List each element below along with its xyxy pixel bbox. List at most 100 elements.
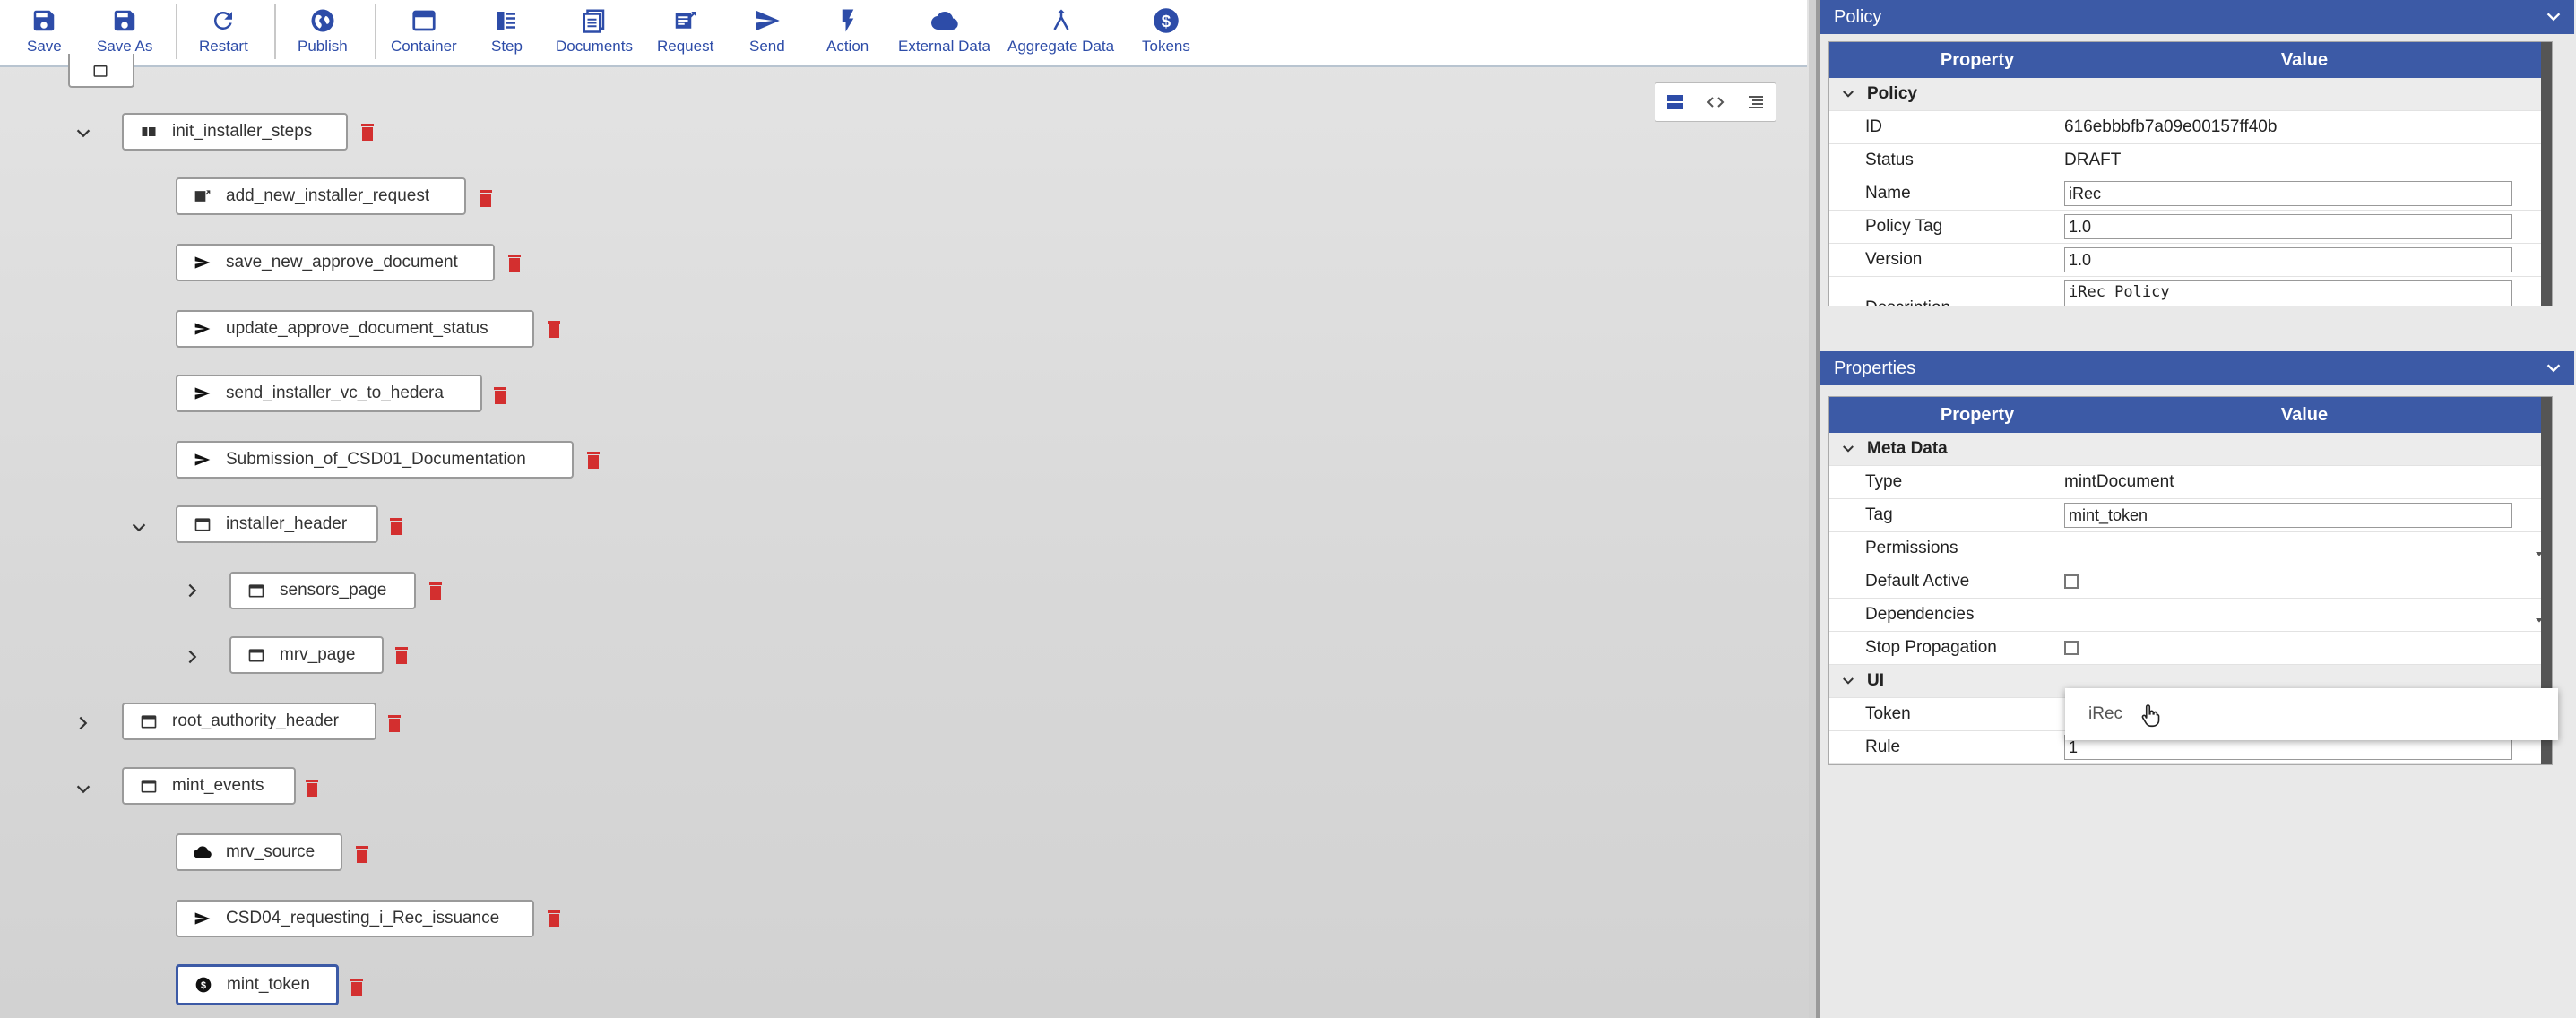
trash-icon[interactable] xyxy=(547,909,561,928)
name-field[interactable]: iRec xyxy=(2064,181,2512,206)
tree-node[interactable]: mrv_source xyxy=(176,833,342,871)
chevron-down-icon[interactable] xyxy=(2544,358,2563,378)
chevron-down-icon[interactable] xyxy=(73,124,93,143)
code-view-button[interactable] xyxy=(1696,83,1736,121)
property-key: ID xyxy=(1865,117,1882,136)
request-button[interactable]: Request xyxy=(657,4,713,61)
trash-icon[interactable] xyxy=(387,713,402,733)
restart-button[interactable]: Restart xyxy=(199,4,248,61)
toolbar-divider xyxy=(274,4,276,59)
chevron-right-icon[interactable] xyxy=(183,647,203,667)
restart-label: Restart xyxy=(199,38,248,55)
policy-panel-header[interactable]: Policy xyxy=(1820,0,2574,34)
container-icon xyxy=(247,646,265,664)
trash-icon[interactable] xyxy=(493,385,507,405)
restart-icon xyxy=(214,11,233,30)
dropdown-option[interactable]: iRec xyxy=(2065,704,2122,724)
group-row[interactable]: Meta Data xyxy=(1829,433,2552,466)
trash-icon[interactable] xyxy=(547,319,561,339)
tree-node[interactable]: send_installer_vc_to_hedera xyxy=(176,375,482,412)
container-button[interactable]: Container xyxy=(391,4,457,61)
column-header-value: Value xyxy=(2280,49,2329,70)
tree-node[interactable]: CSD04_requesting_i_Rec_issuance xyxy=(176,900,534,937)
trash-icon[interactable] xyxy=(305,778,319,798)
group-row[interactable]: Policy xyxy=(1829,78,2552,111)
documents-button[interactable]: Documents xyxy=(556,4,633,61)
tree-view-button[interactable] xyxy=(1655,83,1696,121)
step-icon xyxy=(497,12,516,30)
tree-node[interactable]: add_new_installer_request xyxy=(176,177,466,215)
scrollbar[interactable] xyxy=(2541,42,2552,306)
trash-icon[interactable] xyxy=(360,122,375,142)
property-value: DRAFT xyxy=(2064,151,2122,169)
trash-icon[interactable] xyxy=(479,188,493,208)
group-label: UI xyxy=(1867,671,1884,690)
tree-node[interactable]: save_new_approve_document xyxy=(176,244,495,281)
save-button[interactable]: Save xyxy=(27,4,62,61)
trash-icon[interactable] xyxy=(507,253,522,272)
lightning-icon xyxy=(842,9,853,32)
tree-node[interactable]: mint_events xyxy=(122,767,296,805)
documents-label: Documents xyxy=(556,38,633,55)
chevron-down-icon[interactable] xyxy=(1840,441,1856,457)
tokens-button[interactable]: $ Tokens xyxy=(1142,4,1190,61)
list-view-button[interactable] xyxy=(1735,83,1776,121)
request-icon xyxy=(675,12,696,29)
tree-node[interactable]: sensors_page xyxy=(229,572,416,609)
chevron-down-icon[interactable] xyxy=(73,780,93,799)
tree-node[interactable]: init_installer_steps xyxy=(122,113,348,151)
trash-icon[interactable] xyxy=(428,581,443,600)
tree-node[interactable]: installer_header xyxy=(176,505,378,543)
chevron-down-icon[interactable] xyxy=(129,518,149,538)
step-button[interactable]: Step xyxy=(491,4,523,61)
property-row: Tag mint_token xyxy=(1829,499,2552,532)
policy-tree-pane: Save Save As Restart Publish Container S… xyxy=(0,0,1809,1018)
chevron-down-icon[interactable] xyxy=(1840,673,1856,689)
tree-node-selected[interactable]: $ mint_token xyxy=(176,964,339,1005)
policy-tag-field[interactable]: 1.0 xyxy=(2064,214,2512,239)
trash-icon[interactable] xyxy=(586,450,601,470)
save-as-button[interactable]: Save As xyxy=(97,4,152,61)
aggregate-data-button[interactable]: Aggregate Data xyxy=(1007,4,1114,61)
send-label: Send xyxy=(749,38,785,55)
trash-icon[interactable] xyxy=(394,645,409,665)
panel-title: Properties xyxy=(1834,358,1916,378)
trash-icon[interactable] xyxy=(355,844,369,864)
tree-node[interactable]: update_approve_document_status xyxy=(176,310,534,348)
property-key: Tag xyxy=(1865,505,1893,524)
request-icon xyxy=(194,187,212,205)
grid-header: Property Value xyxy=(1829,42,2552,78)
trash-icon[interactable] xyxy=(350,977,364,996)
tree-node[interactable]: mrv_page xyxy=(229,636,384,674)
default-active-checkbox[interactable] xyxy=(2064,574,2079,589)
publish-button[interactable]: Publish xyxy=(298,4,348,61)
save-as-icon xyxy=(114,10,135,31)
publish-label: Publish xyxy=(298,38,348,55)
properties-panel-header[interactable]: Properties xyxy=(1820,351,2574,385)
property-row: Version 1.0 xyxy=(1829,244,2552,277)
action-button[interactable]: Action xyxy=(826,4,869,61)
send-button[interactable]: Send xyxy=(749,4,785,61)
chevron-right-icon[interactable] xyxy=(183,581,203,600)
chevron-right-icon[interactable] xyxy=(73,713,93,733)
external-data-button[interactable]: External Data xyxy=(898,4,990,61)
toolbar-divider xyxy=(176,4,177,59)
stop-propagation-checkbox[interactable] xyxy=(2064,641,2079,655)
chevron-down-icon[interactable] xyxy=(2544,7,2563,27)
property-row: Type mintDocument xyxy=(1829,466,2552,499)
root-node-partial[interactable] xyxy=(68,54,134,88)
node-label: save_new_approve_document xyxy=(226,253,458,272)
tree-node[interactable]: root_authority_header xyxy=(122,703,376,740)
tag-field[interactable]: mint_token xyxy=(2064,503,2512,528)
chevron-down-icon[interactable] xyxy=(1840,86,1856,102)
tree-node[interactable]: Submission_of_CSD01_Documentation xyxy=(176,441,574,479)
property-key: Default Active xyxy=(1865,572,1970,591)
trash-icon[interactable] xyxy=(389,516,403,536)
description-field[interactable]: iRec Policy xyxy=(2064,280,2512,306)
code-icon xyxy=(1707,97,1725,108)
property-key: Status xyxy=(1865,151,1914,169)
node-label: root_authority_header xyxy=(172,712,339,730)
send-icon xyxy=(194,451,212,469)
property-value: 616ebbbfb7a09e00157ff40b xyxy=(2064,117,2278,136)
version-field[interactable]: 1.0 xyxy=(2064,247,2512,272)
